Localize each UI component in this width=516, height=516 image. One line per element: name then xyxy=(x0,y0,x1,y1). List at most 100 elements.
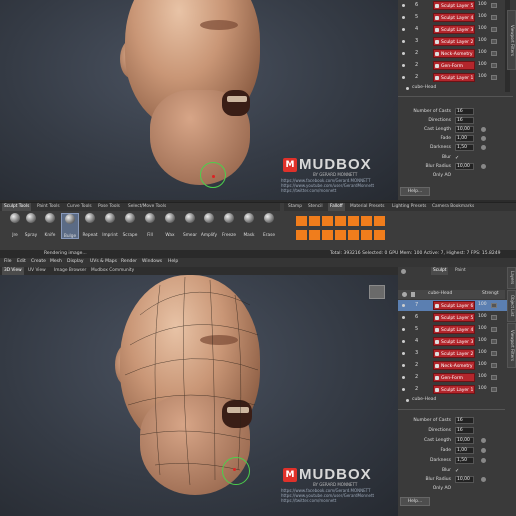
falloff-swatch[interactable] xyxy=(374,230,385,240)
layer-row[interactable]: 2 Neck-Asmetry 100 xyxy=(398,48,513,59)
prop-field[interactable]: 10,00 xyxy=(455,476,474,483)
tool-mask[interactable]: Mask xyxy=(240,213,258,239)
slider-knob[interactable] xyxy=(481,164,486,169)
tab-image-browser[interactable]: Image Browser xyxy=(52,267,88,275)
falloff-swatch[interactable] xyxy=(348,216,359,226)
layer-row[interactable]: 6 Sculpt Layer 5 100 xyxy=(398,312,513,323)
layer-row[interactable]: 5 Sculpt Layer 4 100 xyxy=(398,324,513,335)
visibility-icon[interactable] xyxy=(402,376,405,379)
visibility-icon[interactable] xyxy=(402,388,405,391)
tab-stencil[interactable]: Stencil xyxy=(306,203,325,211)
viewport-3d-bottom[interactable]: M MUDBOX BY GERARD MONNETT https://www.f… xyxy=(0,275,398,516)
side-tab-layers[interactable]: Layers xyxy=(507,267,516,289)
layer-name[interactable]: Sculpt Layer 1 xyxy=(433,385,475,394)
visibility-icon[interactable] xyxy=(402,340,405,343)
layer-name[interactable]: Sculpt Layer 2 xyxy=(433,349,475,358)
layer-slider[interactable] xyxy=(491,39,497,44)
tab-falloff[interactable]: Falloff xyxy=(328,203,345,211)
help-button[interactable]: Help... xyxy=(400,497,430,506)
menu-render[interactable]: Render xyxy=(121,258,137,266)
layer-strength[interactable]: 100 xyxy=(478,338,487,343)
layer-row[interactable]: 2 Sculpt Layer 1 100 xyxy=(398,72,513,83)
tool-freeze[interactable]: Freeze xyxy=(220,213,238,239)
prop-field[interactable]: 1,00 xyxy=(455,135,474,142)
tab-3d-view[interactable]: 3D View xyxy=(2,267,24,275)
menu-create[interactable]: Create xyxy=(31,258,46,266)
layer-slider[interactable] xyxy=(491,375,497,380)
layer-strength[interactable]: 100 xyxy=(478,74,487,79)
layer-strength[interactable]: 100 xyxy=(478,38,487,43)
layer-row-selected[interactable]: 7 Sculpt Layer 6 100 xyxy=(398,300,513,311)
slider-knob[interactable] xyxy=(481,438,486,443)
visibility-icon[interactable] xyxy=(402,76,405,79)
layer-name[interactable]: Sculpt Layer 4 xyxy=(433,325,475,334)
view-cube-icon[interactable] xyxy=(369,285,385,299)
slider-knob[interactable] xyxy=(481,448,486,453)
tool-scrape[interactable]: Scrape xyxy=(121,213,139,239)
layer-name[interactable]: Sculpt Layer 4 xyxy=(433,13,475,22)
visibility-icon[interactable] xyxy=(402,64,405,67)
tool-spray[interactable]: Spray xyxy=(22,213,40,239)
tab-curve-tools[interactable]: Curve Tools xyxy=(65,203,94,211)
falloff-swatch[interactable] xyxy=(322,216,333,226)
layer-row[interactable]: 2 Gen-Form 100 xyxy=(398,60,513,71)
layer-row[interactable]: 4 Sculpt Layer 3 100 xyxy=(398,24,513,35)
tab-mudbox-community[interactable]: Mudbox Community xyxy=(89,267,136,275)
layer-row[interactable]: 2 Gen-Form 100 xyxy=(398,372,513,383)
falloff-swatch[interactable] xyxy=(309,216,320,226)
help-button[interactable]: Help... xyxy=(400,187,430,196)
side-tab-viewport-filters[interactable]: Viewport Filters xyxy=(507,10,516,70)
tool-bulge[interactable]: Bulge xyxy=(61,213,79,239)
base-mesh-row[interactable]: cube-Head xyxy=(398,84,513,93)
layer-name[interactable]: Sculpt Layer 5 xyxy=(433,1,475,10)
slider-knob[interactable] xyxy=(481,136,486,141)
tab-select-move-tools[interactable]: Select/Move Tools xyxy=(126,203,168,211)
checkbox-checked-icon[interactable]: ✓ xyxy=(455,468,459,474)
layer-name[interactable]: Gen-Form xyxy=(433,373,475,382)
layer-row[interactable]: 4 Sculpt Layer 3 100 xyxy=(398,336,513,347)
tab-paint-tools[interactable]: Paint Tools xyxy=(35,203,62,211)
layer-slider[interactable] xyxy=(491,75,497,80)
visibility-icon[interactable] xyxy=(402,16,405,19)
tab-stamp[interactable]: Stamp xyxy=(286,203,304,211)
visibility-icon[interactable] xyxy=(402,352,405,355)
tool-knife[interactable]: Knife xyxy=(41,213,59,239)
layer-row[interactable]: 5 Sculpt Layer 4 100 xyxy=(398,12,513,23)
viewport-3d-top[interactable]: M MUDBOX BY GERARD MONNETT https://www.f… xyxy=(0,0,398,200)
slider-knob[interactable] xyxy=(481,477,486,482)
layer-strength[interactable]: 100 xyxy=(478,50,487,55)
layer-name[interactable]: Neck-Asmetry xyxy=(433,361,475,370)
slider-knob[interactable] xyxy=(481,127,486,132)
side-tab-viewport-filters[interactable]: Viewport Filters xyxy=(507,323,516,368)
layer-name[interactable]: Sculpt Layer 6 xyxy=(433,301,475,310)
menu-file[interactable]: File xyxy=(4,258,12,266)
menu-display[interactable]: Display xyxy=(67,258,84,266)
layer-slider[interactable] xyxy=(491,315,497,320)
prop-field[interactable]: 10,00 xyxy=(455,163,474,170)
prop-field[interactable]: 16 xyxy=(455,117,474,124)
layer-row[interactable]: 6 Sculpt Layer 5 100 xyxy=(398,0,513,11)
layer-slider[interactable] xyxy=(491,363,497,368)
layer-name[interactable]: Sculpt Layer 1 xyxy=(433,73,475,82)
visibility-icon[interactable] xyxy=(402,304,405,307)
layer-strength[interactable]: 100 xyxy=(478,2,487,7)
prop-field[interactable]: 1,50 xyxy=(455,144,474,151)
visibility-icon[interactable] xyxy=(402,40,405,43)
tab-lighting-presets[interactable]: Lighting Presets xyxy=(390,203,428,211)
layer-strength[interactable]: 100 xyxy=(478,26,487,31)
falloff-swatch[interactable] xyxy=(296,230,307,240)
layer-strength[interactable]: 100 xyxy=(478,362,487,367)
prop-field[interactable]: 16 xyxy=(455,417,474,424)
layer-row[interactable]: 2 Neck-Asmetry 100 xyxy=(398,360,513,371)
tool-fill[interactable]: Fill xyxy=(141,213,159,239)
layer-name[interactable]: Neck-Asmetry xyxy=(433,49,475,58)
layer-strength[interactable]: 100 xyxy=(478,62,487,67)
prop-field[interactable]: 10,00 xyxy=(455,126,474,133)
slider-knob[interactable] xyxy=(481,145,486,150)
falloff-swatch[interactable] xyxy=(361,230,372,240)
menu-uvs-maps[interactable]: UVs & Maps xyxy=(90,258,117,266)
layer-slider[interactable] xyxy=(491,303,497,308)
prop-field[interactable]: 16 xyxy=(455,108,474,115)
layer-name[interactable]: Sculpt Layer 3 xyxy=(433,25,475,34)
prop-field[interactable]: 1,50 xyxy=(455,457,474,464)
